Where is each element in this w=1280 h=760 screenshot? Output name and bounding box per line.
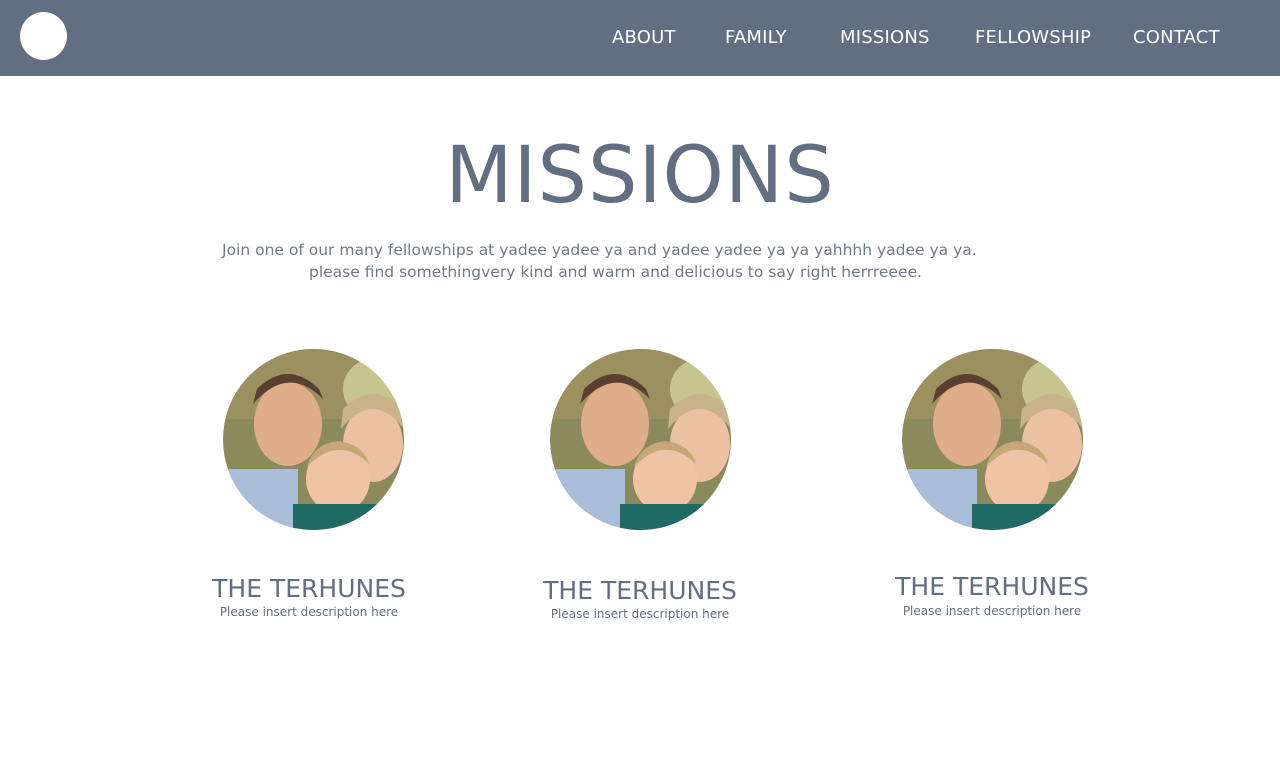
card-name: THE TERHUNES [212,574,406,603]
nav-about[interactable]: ABOUT [612,27,676,49]
card-description: Please insert description here [550,607,730,621]
card-description: Please insert description here [902,604,1082,618]
card-description: Please insert description here [219,605,399,619]
card-name: THE TERHUNES [895,572,1089,601]
intro-line-2: please find somethingvery kind and warm … [309,263,922,281]
card-name: THE TERHUNES [543,576,737,605]
intro-line-1: Join one of our many fellowships at yade… [222,241,977,259]
family-photo[interactable] [223,349,404,530]
page-title: MISSIONS [445,131,835,221]
nav-fellowship[interactable]: FELLOWSHIP [975,27,1091,49]
logo-circle[interactable] [20,12,67,60]
top-nav-bar: ABOUT FAMILY MISSIONS FELLOWSHIP CONTACT [0,0,1280,76]
nav-missions[interactable]: MISSIONS [840,27,930,49]
family-photo[interactable] [902,349,1083,530]
family-photo[interactable] [550,349,731,530]
nav-family[interactable]: FAMILY [725,27,787,49]
nav-contact[interactable]: CONTACT [1133,27,1220,49]
